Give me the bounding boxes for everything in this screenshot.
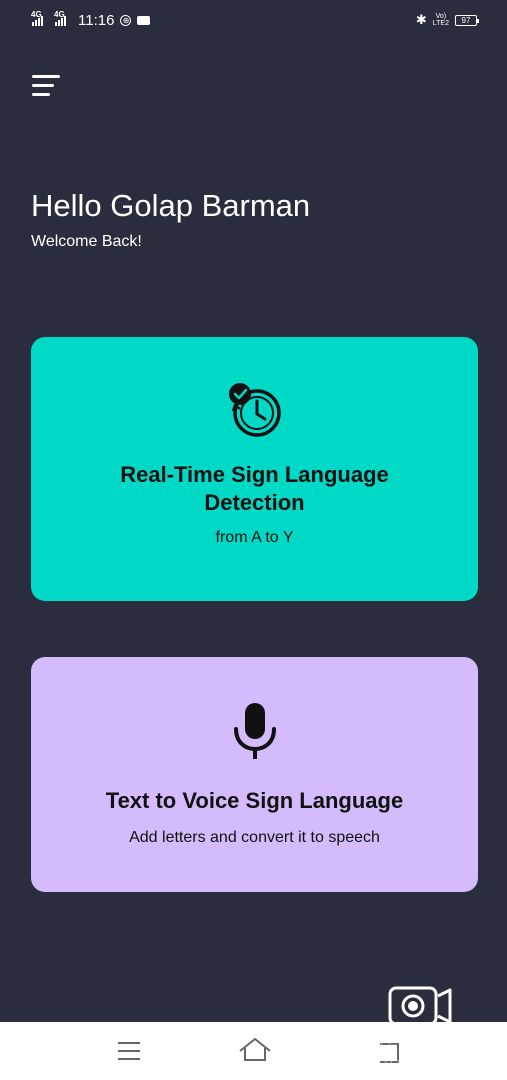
signal-icon-2: 4G [54, 10, 66, 26]
recording-icon [137, 15, 151, 25]
text-to-voice-card[interactable]: Text to Voice Sign Language Add letters … [31, 657, 478, 892]
card-subtitle: Add letters and convert it to speech [129, 829, 380, 846]
status-time: 11:16 [78, 11, 115, 29]
realtime-detection-card[interactable]: Real-Time Sign Language Detection from A… [31, 337, 478, 601]
menu-line [32, 74, 60, 78]
signal-icon-1: 4G [31, 10, 43, 26]
camera-recorder-icon [388, 986, 452, 1026]
menu-button[interactable] [32, 72, 62, 98]
card-subtitle: from A to Y [215, 529, 294, 546]
bluetooth-icon: ✱ [415, 12, 427, 27]
menu-line [32, 83, 54, 87]
status-left: 4G 4G 11:16 ⊕ [31, 10, 151, 29]
menu-line [32, 92, 50, 96]
welcome-text: Welcome Back! [31, 233, 142, 250]
clock-check-icon [228, 383, 281, 437]
menu-icon[interactable] [116, 1036, 142, 1066]
notification-icon: ⊕ [120, 14, 132, 26]
status-bar: 4G 4G 11:16 ⊕ ✱ Vo) LTE2 97 [0, 0, 507, 40]
greeting-title: Hello Golap Barman [31, 188, 311, 223]
card-title: Text to Voice Sign Language [105, 788, 404, 813]
home-icon[interactable] [238, 1036, 272, 1066]
volte-icon: Vo) LTE2 [432, 13, 449, 27]
status-right: ✱ Vo) LTE2 97 [415, 12, 479, 28]
watermark-text: MASTER RECORDER [338, 1036, 440, 1075]
card-title: Real-Time Sign Language Detection [120, 462, 389, 515]
microphone-icon [233, 703, 276, 759]
battery-icon: 97 [455, 14, 479, 26]
